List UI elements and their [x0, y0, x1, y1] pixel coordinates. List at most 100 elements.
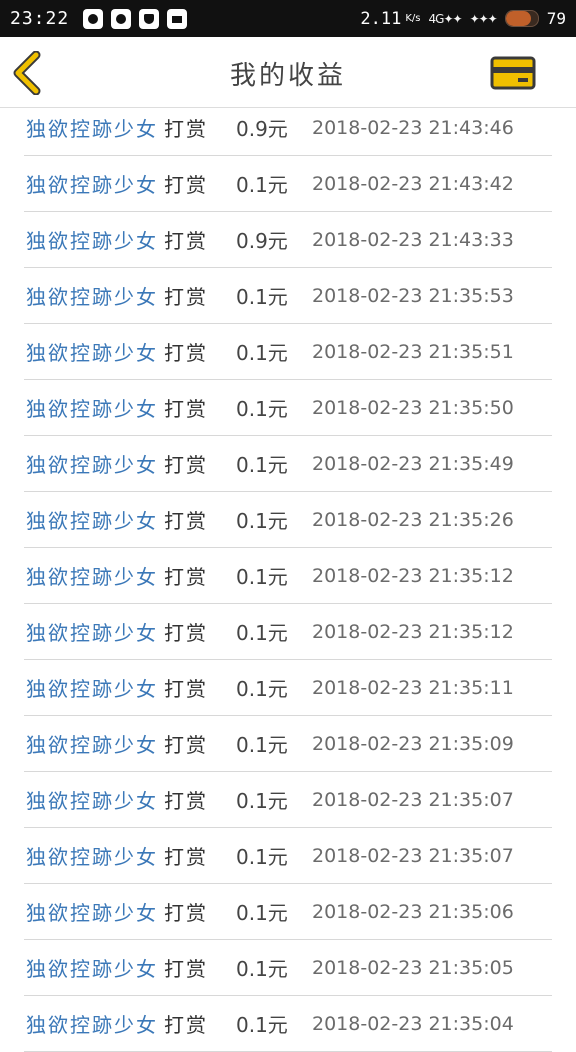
earnings-list: 独欲控跡少女 打赏 0.9元 2018-02-23 21:43:46 独欲控跡少女 打赏 0…: [24, 100, 552, 1052]
mail-icon: [167, 8, 188, 29]
record-username[interactable]: 独欲控跡少女: [26, 729, 158, 758]
record-username[interactable]: 独欲控跡少女: [26, 673, 158, 702]
record-amount: 0.1元: [236, 397, 288, 421]
list-item: 独欲控跡少女 打赏 0.1元 2018-02-23 21:35:11: [24, 660, 552, 716]
record-action: 打赏: [164, 117, 208, 141]
record-action: 打赏: [164, 957, 208, 981]
record-username[interactable]: 独欲控跡少女: [26, 281, 158, 310]
list-item: 独欲控跡少女 打赏 0.1元 2018-02-23 21:35:07: [24, 828, 552, 884]
record-username[interactable]: 独欲控跡少女: [26, 617, 158, 646]
record-action: 打赏: [164, 229, 208, 253]
record-action: 打赏: [164, 845, 208, 869]
list-item: 独欲控跡少女 打赏 0.1元 2018-02-23 21:35:12: [24, 548, 552, 604]
record-username[interactable]: 独欲控跡少女: [26, 785, 158, 814]
record-amount: 0.1元: [236, 677, 288, 701]
record-amount: 0.1元: [236, 565, 288, 589]
network-type: 4G: [428, 11, 445, 26]
list-item: 独欲控跡少女 打赏 0.9元 2018-02-23 21:43:33: [24, 212, 552, 268]
list-item: 独欲控跡少女 打赏 0.1元 2018-02-23 21:35:12: [24, 604, 552, 660]
record-amount: 0.1元: [236, 621, 288, 645]
list-item: 独欲控跡少女 打赏 0.1元 2018-02-23 21:35:07: [24, 772, 552, 828]
net-speed: 2.11: [360, 8, 402, 29]
list-item: 独欲控跡少女 打赏 0.1元 2018-02-23 21:35:09: [24, 716, 552, 772]
record-action: 打赏: [164, 621, 208, 645]
qq-icon: [111, 8, 132, 29]
record-amount: 0.1元: [236, 341, 288, 365]
record-timestamp: 2018-02-23 21:35:50: [312, 396, 514, 419]
record-amount: 0.1元: [236, 789, 288, 813]
signal-4g-icon: 4G✦✦: [428, 11, 463, 26]
record-timestamp: 2018-02-23 21:35:12: [312, 564, 514, 587]
list-item: 独欲控跡少女 打赏 0.1元 2018-02-23 21:35:50: [24, 380, 552, 436]
weibo-icon: [83, 8, 104, 29]
record-amount: 0.1元: [236, 173, 288, 197]
record-amount: 0.1元: [236, 845, 288, 869]
record-timestamp: 2018-02-23 21:43:33: [312, 228, 514, 251]
battery-icon: [504, 10, 539, 27]
record-username[interactable]: 独欲控跡少女: [26, 393, 158, 422]
record-amount: 0.9元: [236, 229, 288, 253]
shield-icon: [139, 8, 160, 29]
list-item: 独欲控跡少女 打赏 0.1元 2018-02-23 21:35:05: [24, 940, 552, 996]
signal-2-icon: ✦✦✦: [469, 11, 498, 26]
record-username[interactable]: 独欲控跡少女: [26, 953, 158, 982]
record-amount: 0.1元: [236, 733, 288, 757]
list-item: 独欲控跡少女 打赏 0.1元 2018-02-23 21:35:06: [24, 884, 552, 940]
record-timestamp: 2018-02-23 21:35:05: [312, 956, 514, 979]
nav-bar: 我的收益: [0, 37, 576, 108]
record-action: 打赏: [164, 901, 208, 925]
record-username[interactable]: 独欲控跡少女: [26, 169, 158, 198]
record-username[interactable]: 独欲控跡少女: [26, 897, 158, 926]
status-time: 23:22: [10, 8, 70, 29]
record-action: 打赏: [164, 565, 208, 589]
bank-card-icon: [490, 56, 536, 90]
record-action: 打赏: [164, 173, 208, 197]
list-item: 独欲控跡少女 打赏 0.1元 2018-02-23 21:35:26: [24, 492, 552, 548]
record-amount: 0.1元: [236, 285, 288, 309]
list-item: 独欲控跡少女 打赏 0.1元 2018-02-23 21:43:42: [24, 156, 552, 212]
record-action: 打赏: [164, 341, 208, 365]
record-username[interactable]: 独欲控跡少女: [26, 449, 158, 478]
record-action: 打赏: [164, 285, 208, 309]
record-username[interactable]: 独欲控跡少女: [26, 505, 158, 534]
record-username[interactable]: 独欲控跡少女: [26, 225, 158, 254]
record-timestamp: 2018-02-23 21:35:26: [312, 508, 514, 531]
record-amount: 0.9元: [236, 117, 288, 141]
record-amount: 0.1元: [236, 453, 288, 477]
record-action: 打赏: [164, 789, 208, 813]
status-bar: 23:22 2.11 K/s 4G✦✦ ✦✦✦ 79: [0, 0, 576, 37]
record-username[interactable]: 独欲控跡少女: [26, 841, 158, 870]
record-amount: 0.1元: [236, 509, 288, 533]
record-username[interactable]: 独欲控跡少女: [26, 561, 158, 590]
net-speed-unit: K/s: [405, 13, 421, 24]
list-item: 独欲控跡少女 打赏 0.9元 2018-02-23 21:43:46: [24, 100, 552, 156]
battery-fill: [505, 11, 531, 26]
record-timestamp: 2018-02-23 21:35:53: [312, 284, 514, 307]
record-timestamp: 2018-02-23 21:35:12: [312, 620, 514, 643]
record-amount: 0.1元: [236, 901, 288, 925]
record-username[interactable]: 独欲控跡少女: [26, 337, 158, 366]
list-item: 独欲控跡少女 打赏 0.1元 2018-02-23 21:35:51: [24, 324, 552, 380]
record-timestamp: 2018-02-23 21:35:49: [312, 452, 514, 475]
record-action: 打赏: [164, 453, 208, 477]
battery-level: 79: [546, 9, 566, 28]
list-item: 独欲控跡少女 打赏 0.1元 2018-02-23 21:35:49: [24, 436, 552, 492]
record-timestamp: 2018-02-23 21:43:46: [312, 116, 514, 139]
record-action: 打赏: [164, 733, 208, 757]
list-item: 独欲控跡少女 打赏 0.1元 2018-02-23 21:35:04: [24, 996, 552, 1052]
record-timestamp: 2018-02-23 21:35:09: [312, 732, 514, 755]
record-action: 打赏: [164, 677, 208, 701]
status-right: 2.11 K/s 4G✦✦ ✦✦✦ 79: [360, 9, 566, 29]
record-timestamp: 2018-02-23 21:35:11: [312, 676, 514, 699]
bank-card-button[interactable]: [490, 56, 536, 90]
notification-icons: [83, 8, 188, 29]
record-timestamp: 2018-02-23 21:35:07: [312, 844, 514, 867]
record-username[interactable]: 独欲控跡少女: [26, 113, 158, 142]
list-item: 独欲控跡少女 打赏 0.1元 2018-02-23 21:35:53: [24, 268, 552, 324]
record-timestamp: 2018-02-23 21:35:07: [312, 788, 514, 811]
record-action: 打赏: [164, 509, 208, 533]
record-action: 打赏: [164, 397, 208, 421]
record-timestamp: 2018-02-23 21:43:42: [312, 172, 514, 195]
record-amount: 0.1元: [236, 957, 288, 981]
record-timestamp: 2018-02-23 21:35:06: [312, 900, 514, 923]
